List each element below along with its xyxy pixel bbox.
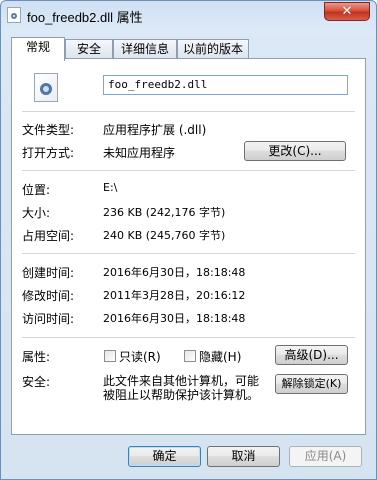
open-with-value: 未知应用程序 bbox=[103, 146, 176, 160]
security-text-line2: 被阻止以帮助保护该计算机。 bbox=[103, 388, 260, 402]
close-button[interactable]: ✕ bbox=[324, 2, 370, 21]
tab-previous-versions[interactable]: 以前的版本 bbox=[177, 39, 249, 59]
security-label: 安全: bbox=[22, 375, 51, 389]
close-icon: ✕ bbox=[341, 4, 353, 19]
created-label: 创建时间: bbox=[22, 266, 75, 280]
size-on-disk-value: 240 KB (245,760 字节) bbox=[103, 229, 226, 242]
location-label: 位置: bbox=[22, 183, 51, 197]
attributes-label: 属性: bbox=[22, 350, 51, 364]
tab-strip: 常规 安全 详细信息 以前的版本 bbox=[11, 37, 366, 61]
accessed-label: 访问时间: bbox=[22, 312, 75, 326]
divider bbox=[22, 337, 355, 338]
ok-button[interactable]: 确定 bbox=[128, 446, 201, 467]
unblock-button[interactable]: 解除锁定(K) bbox=[275, 374, 348, 394]
divider bbox=[22, 111, 355, 112]
tab-general[interactable]: 常规 bbox=[11, 37, 65, 61]
file-type-label: 文件类型: bbox=[22, 123, 75, 137]
properties-window: foo_freedb2.dll 属性 ✕ 常规 安全 详细信息 以前的版本 fo… bbox=[0, 0, 377, 480]
modified-label: 修改时间: bbox=[22, 289, 75, 303]
size-value: 236 KB (242,176 字节) bbox=[103, 206, 226, 219]
file-name-input[interactable]: foo_freedb2.dll bbox=[103, 75, 348, 95]
general-panel: foo_freedb2.dll 文件类型: 应用程序扩展 (.dll) 打开方式… bbox=[11, 58, 366, 435]
divider bbox=[22, 253, 355, 254]
file-type-value: 应用程序扩展 (.dll) bbox=[103, 123, 207, 137]
cancel-button[interactable]: 取消 bbox=[207, 446, 280, 467]
advanced-button[interactable]: 高级(D)... bbox=[275, 345, 348, 365]
hidden-checkbox[interactable] bbox=[184, 350, 196, 362]
window-title: foo_freedb2.dll 属性 bbox=[27, 10, 143, 25]
open-with-label: 打开方式: bbox=[22, 146, 75, 160]
location-value: E:\ bbox=[103, 181, 118, 194]
tab-details[interactable]: 详细信息 bbox=[113, 39, 177, 59]
readonly-label[interactable]: 只读(R) bbox=[119, 348, 161, 365]
accessed-value: 2016年6月30日，18:18:48 bbox=[103, 312, 246, 325]
tab-security[interactable]: 安全 bbox=[65, 39, 113, 59]
dll-gear-icon bbox=[34, 73, 60, 103]
divider bbox=[22, 170, 355, 171]
dll-file-icon bbox=[7, 7, 21, 23]
modified-value: 2011年3月28日，20:16:12 bbox=[103, 289, 246, 302]
title-bar[interactable]: foo_freedb2.dll 属性 ✕ bbox=[1, 1, 376, 31]
change-button[interactable]: 更改(C)... bbox=[244, 141, 346, 161]
hidden-label[interactable]: 隐藏(H) bbox=[199, 348, 241, 365]
apply-button[interactable]: 应用(A) bbox=[289, 446, 362, 467]
readonly-checkbox[interactable] bbox=[104, 350, 116, 362]
created-value: 2016年6月30日，18:18:48 bbox=[103, 266, 246, 279]
size-on-disk-label: 占用空间: bbox=[22, 229, 75, 243]
size-label: 大小: bbox=[22, 206, 51, 220]
